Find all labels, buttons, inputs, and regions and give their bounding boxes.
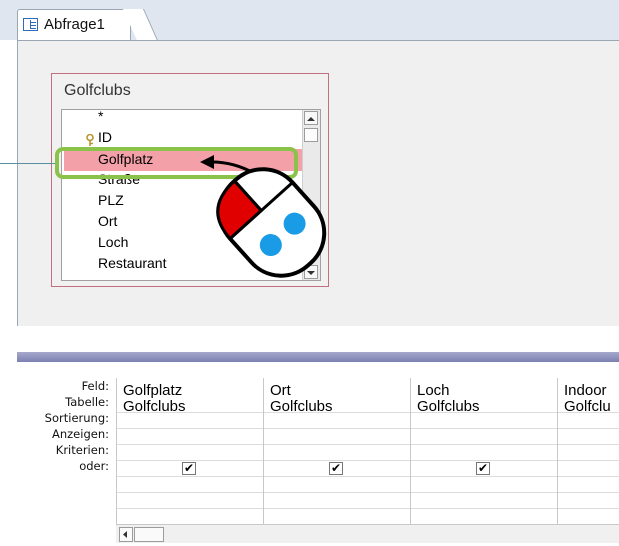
grid-column-ort[interactable]: Ort Golfclubs ✔ [263, 378, 410, 524]
row-label-kriterien: Kriterien: [55, 443, 109, 457]
field-item-loch[interactable]: Loch [98, 234, 128, 250]
show-checkbox[interactable]: ✔ [329, 462, 343, 475]
table-cell[interactable]: Golfclubs [417, 398, 480, 415]
query-design-grid: Feld: Tabelle: Sortierung: Anzeigen: Kri… [0, 362, 619, 542]
grid-body[interactable]: Golfplatz Golfclubs ✔ Ort Golfclubs ✔ Lo… [116, 378, 619, 526]
row-label-tabelle: Tabelle: [65, 395, 109, 409]
tab-label: Abfrage1 [44, 16, 105, 33]
show-checkbox[interactable]: ✔ [182, 462, 196, 475]
pane-bottom-space [0, 326, 619, 352]
scroll-left-icon [123, 531, 127, 538]
table-cell[interactable]: Golfclubs [123, 398, 186, 415]
grid-row-labels: Feld: Tabelle: Sortierung: Anzeigen: Kri… [0, 378, 112, 474]
scroll-thumb[interactable] [304, 128, 318, 142]
query-design-icon [23, 18, 38, 31]
field-list-scrollbar[interactable] [302, 110, 320, 280]
scroll-down-button[interactable] [304, 265, 318, 279]
field-cell[interactable]: Ort [270, 382, 291, 399]
callout-connector-line [0, 163, 55, 164]
grid-column-indoor[interactable]: Indoor Golfclu [557, 378, 619, 524]
callout-highlight-box [55, 147, 298, 179]
grid-horizontal-scrollbar[interactable] [116, 524, 619, 543]
field-item-id[interactable]: ID [98, 129, 112, 145]
row-label-feld: Feld: [81, 379, 109, 393]
scroll-left-button[interactable] [119, 527, 133, 542]
tab-abfrage1[interactable]: Abfrage1 [17, 9, 131, 41]
pane-splitter[interactable] [17, 352, 619, 362]
field-cell[interactable]: Indoor [564, 382, 607, 399]
field-cell[interactable]: Loch [417, 382, 450, 399]
table-cell[interactable]: Golfclu [564, 398, 611, 415]
scroll-up-button[interactable] [304, 111, 318, 125]
grid-column-loch[interactable]: Loch Golfclubs ✔ [410, 378, 557, 524]
table-cell[interactable]: Golfclubs [270, 398, 333, 415]
table-title: Golfclubs [64, 82, 131, 99]
scroll-down-icon [307, 271, 315, 275]
field-cell[interactable]: Golfplatz [123, 382, 182, 399]
row-label-anzeigen: Anzeigen: [51, 427, 109, 441]
table-field-list-golfclubs[interactable]: Golfclubs * ID Golfplatz Straße PLZ Ort … [51, 73, 329, 287]
field-list[interactable]: * ID Golfplatz Straße PLZ Ort Loch Resta… [61, 109, 321, 281]
primary-key-icon [86, 134, 94, 146]
field-item-all[interactable]: * [98, 110, 103, 124]
row-label-sortierung: Sortierung: [44, 411, 109, 425]
grid-column-golfplatz[interactable]: Golfplatz Golfclubs ✔ [116, 378, 263, 524]
tab-strip: Abfrage1 [0, 0, 619, 41]
field-item-plz[interactable]: PLZ [98, 192, 124, 208]
field-item-restaurant[interactable]: Restaurant [98, 255, 166, 271]
scroll-up-icon [307, 117, 315, 121]
show-checkbox[interactable]: ✔ [476, 462, 490, 475]
row-label-oder: oder: [79, 459, 109, 473]
scroll-thumb[interactable] [134, 527, 164, 542]
field-item-ort[interactable]: Ort [98, 213, 117, 229]
